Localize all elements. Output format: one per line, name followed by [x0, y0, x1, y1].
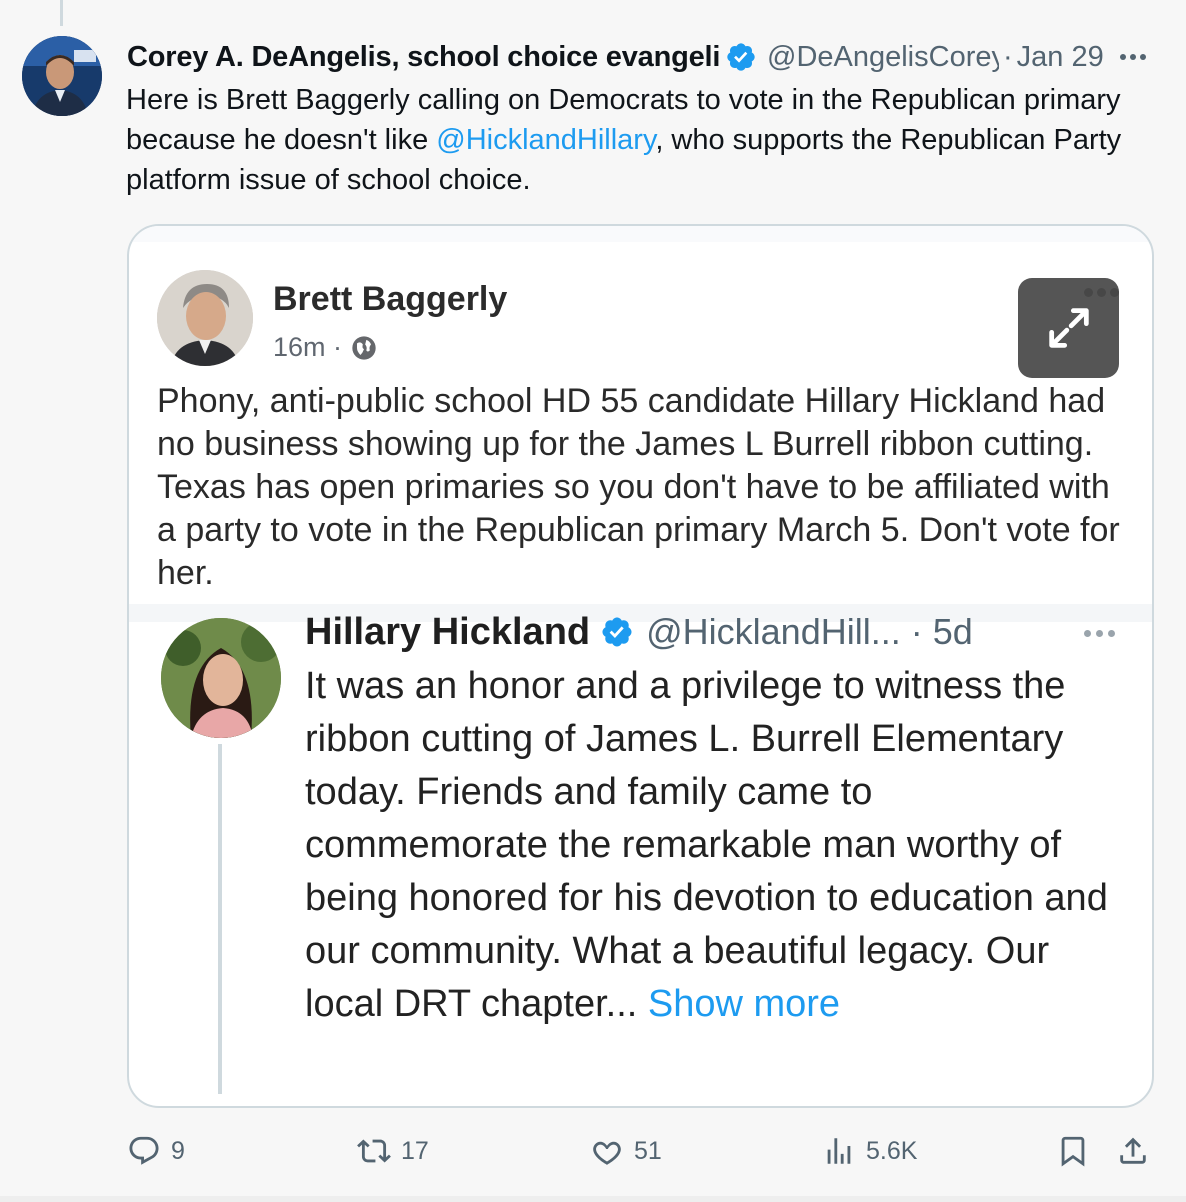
quoted-more-icon: [1084, 630, 1115, 637]
bookmark-icon: [1061, 1136, 1085, 1167]
bookmark-button[interactable]: [1056, 1134, 1090, 1168]
facebook-author-avatar: [157, 270, 253, 366]
like-icon: [593, 1141, 621, 1165]
views-icon: [827, 1138, 851, 1164]
facebook-post-time: 16m ·: [273, 332, 343, 362]
facebook-post-meta: 16m ·: [273, 332, 378, 363]
tweet-text: Here is Brett Baggerly calling on Democr…: [126, 80, 1126, 200]
author-handle[interactable]: @DeAngelisCorey: [767, 41, 999, 74]
views-count: 5.6K: [866, 1136, 918, 1165]
repost-count: 17: [401, 1136, 429, 1165]
facebook-post-text: Phony, anti-public school HD 55 candidat…: [157, 382, 1120, 592]
share-icon: [1120, 1137, 1146, 1164]
tweet-date[interactable]: Jan 29: [1017, 41, 1104, 74]
quoted-tweet-body: It was an honor and a privilege to witne…: [305, 665, 1108, 1025]
author-avatar[interactable]: [22, 36, 102, 116]
bottom-divider: [0, 1196, 1186, 1202]
author-name[interactable]: Corey A. DeAngelis, school choice evange…: [127, 41, 719, 74]
share-button[interactable]: [1116, 1134, 1150, 1168]
tweet-header: Corey A. DeAngelis, school choice evange…: [127, 37, 1156, 77]
action-bar: 9 17 51 5.6K: [0, 1128, 1186, 1178]
quoted-verified-badge-icon: [602, 617, 632, 647]
more-icon[interactable]: [1120, 54, 1186, 60]
screenshot-top-band: [129, 226, 1152, 242]
thread-connector-line: [60, 0, 63, 26]
expand-icon: [1048, 308, 1089, 348]
verified-badge-icon: [727, 43, 755, 71]
like-button[interactable]: 51: [590, 1134, 662, 1168]
header-separator: ·: [1003, 40, 1013, 73]
reply-icon: [129, 1136, 159, 1165]
show-more-link: Show more: [647, 983, 841, 1025]
quoted-tweet-text: It was an honor and a privilege to witne…: [305, 660, 1125, 1031]
quoted-tweet-header: Hillary Hickland @HicklandHill... · 5d: [305, 610, 973, 654]
reply-button[interactable]: 9: [127, 1134, 185, 1168]
repost-icon: [357, 1139, 391, 1163]
repost-button[interactable]: 17: [357, 1134, 429, 1168]
author-avatar-image: [22, 36, 102, 116]
like-count: 51: [634, 1136, 662, 1165]
facebook-avatar-image: [157, 270, 253, 366]
globe-icon: [352, 335, 376, 360]
quoted-thread-line: [218, 744, 222, 1094]
mention-link[interactable]: @HicklandHillary: [436, 124, 655, 156]
media-image-card[interactable]: Brett Baggerly 16m · Phony, anti-public …: [127, 224, 1154, 1108]
facebook-author-name: Brett Baggerly: [273, 280, 508, 318]
quoted-avatar-image: [161, 618, 281, 738]
views-button[interactable]: 5.6K: [822, 1134, 917, 1168]
quoted-handle-time: @HicklandHill... · 5d: [646, 611, 973, 652]
expand-button[interactable]: [1018, 278, 1119, 378]
quoted-author-name: Hillary Hickland: [305, 610, 591, 653]
reply-count: 9: [171, 1136, 185, 1165]
quoted-author-avatar: [161, 618, 281, 738]
